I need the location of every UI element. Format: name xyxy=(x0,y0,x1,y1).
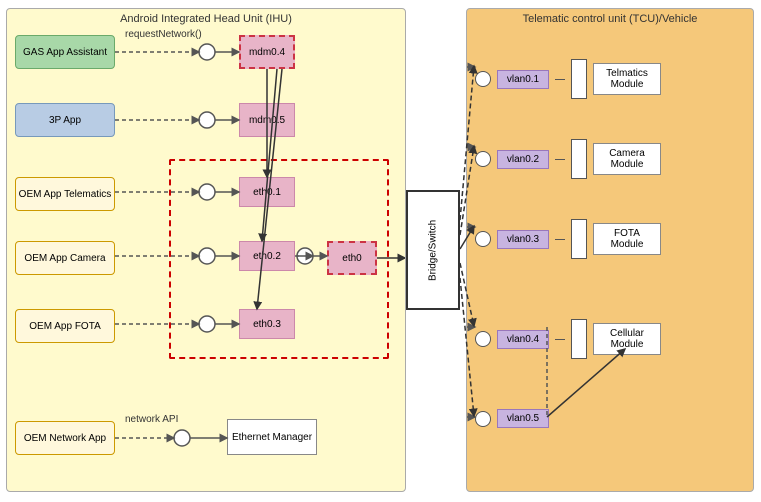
gas-app-label: GAS App Assistant xyxy=(23,47,107,58)
oem-network-box: OEM Network App xyxy=(15,421,115,455)
vlan04-row: vlan0.4 Cellular Module xyxy=(475,319,661,359)
eth01-box: eth0.1 xyxy=(239,177,295,207)
oem-camera-box: OEM App Camera xyxy=(15,241,115,275)
mdm05-box: mdm0.5 xyxy=(239,103,295,137)
mdm04-box: mdm0.4 xyxy=(239,35,295,69)
bridge-switch-box: Bridge/Switch xyxy=(406,190,460,310)
ihu-title: Android Integrated Head Unit (IHU) xyxy=(120,13,292,25)
eth-manager-label: Ethernet Manager xyxy=(232,432,312,443)
mdm05-label: mdm0.5 xyxy=(249,115,285,126)
vlan01-row: vlan0.1 Telmatics Module xyxy=(475,59,661,99)
3p-app-label: 3P App xyxy=(49,115,81,126)
oem-network-label: OEM Network App xyxy=(24,433,106,444)
telmatics-module-box: Telmatics Module xyxy=(593,63,661,95)
3p-app-box: 3P App xyxy=(15,103,115,137)
gas-app-box: GAS App Assistant xyxy=(15,35,115,69)
vlan03-row: vlan0.3 FOTA Module xyxy=(475,219,661,259)
oem-fota-box: OEM App FOTA xyxy=(15,309,115,343)
mdm04-label: mdm0.4 xyxy=(249,47,285,58)
vlan02-box: vlan0.2 xyxy=(497,150,549,169)
vlan02-row: vlan0.2 Camera Module xyxy=(475,139,661,179)
oem-telematics-box: OEM App Telematics xyxy=(15,177,115,211)
request-network-label: requestNetwork() xyxy=(125,29,202,40)
network-api-label: network API xyxy=(125,414,178,425)
vlan01-box: vlan0.1 xyxy=(497,70,549,89)
diagram: Android Integrated Head Unit (IHU) GAS A… xyxy=(0,0,761,502)
tcu-panel: Telematic control unit (TCU)/Vehicle vla… xyxy=(466,8,754,492)
vlan03-box: vlan0.3 xyxy=(497,230,549,249)
ihu-panel: Android Integrated Head Unit (IHU) GAS A… xyxy=(6,8,406,492)
eth03-box: eth0.3 xyxy=(239,309,295,339)
eth02-box: eth0.2 xyxy=(239,241,295,271)
eth0-box: eth0 xyxy=(327,241,377,275)
eth-manager-box: Ethernet Manager xyxy=(227,419,317,455)
vlan05-row: vlan0.5 xyxy=(475,409,549,428)
vlan05-box: vlan0.5 xyxy=(497,409,549,428)
cellular-module-box: Cellular Module xyxy=(593,323,661,355)
tcu-title: Telematic control unit (TCU)/Vehicle xyxy=(523,13,698,25)
oem-fota-label: OEM App FOTA xyxy=(29,321,101,332)
vlan04-box: vlan0.4 xyxy=(497,330,549,349)
oem-telematics-label: OEM App Telematics xyxy=(19,189,112,200)
eth01-label: eth0.1 xyxy=(253,187,281,198)
bridge-label: Bridge/Switch xyxy=(428,219,439,280)
camera-module-box: Camera Module xyxy=(593,143,661,175)
eth03-label: eth0.3 xyxy=(253,319,281,330)
fota-module-box: FOTA Module xyxy=(593,223,661,255)
eth02-label: eth0.2 xyxy=(253,251,281,262)
eth0-label: eth0 xyxy=(342,253,361,264)
oem-camera-label: OEM App Camera xyxy=(24,253,105,264)
